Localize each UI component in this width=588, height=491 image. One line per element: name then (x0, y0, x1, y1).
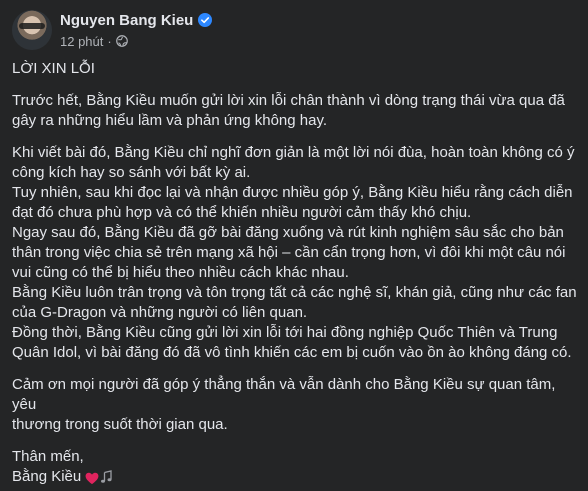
post-line: Trước hết, Bằng Kiều muốn gửi lời xin lỗ… (12, 92, 565, 109)
post-header: Nguyen Bang Kieu 12 phút · (12, 10, 213, 50)
avatar[interactable] (12, 10, 52, 50)
author-name[interactable]: Nguyen Bang Kieu (60, 12, 193, 29)
post-line: đạt đó chưa phù hợp và có thể khiến nhiề… (12, 204, 472, 221)
verified-badge-icon (198, 13, 213, 27)
post-line: Đồng thời, Bằng Kiều cũng gửi lời xin lỗ… (12, 324, 558, 341)
post-title: LỜI XIN LỖI (12, 60, 95, 77)
post-line: công kích hay so sánh với bất kỳ ai. (12, 164, 251, 181)
post-line: vui cũng có thể bị hiểu theo nhiều cách … (12, 264, 349, 281)
post-body: LỜI XIN LỖI Trước hết, Bằng Kiều muốn gử… (12, 59, 578, 487)
post-meta-row: 12 phút · (60, 32, 212, 50)
heart-icon (85, 471, 99, 484)
globe-icon[interactable] (115, 35, 128, 47)
meta-separator: · (107, 33, 112, 49)
post-line: của G-Dragon và những người có liên quan… (12, 304, 308, 321)
music-note-icon (100, 470, 112, 484)
post-line: Quân Idol, vì bài đăng đó đã vô tình khi… (12, 344, 572, 361)
post-line: gây ra những hiểu lầm và phản ứng không … (12, 112, 328, 129)
author-meta: Nguyen Bang Kieu 12 phút · (60, 10, 213, 50)
post-line: Tuy nhiên, sau khi đọc lại và nhận được … (12, 184, 573, 201)
post-line: Khi viết bài đó, Bằng Kiều chỉ nghĩ đơn … (12, 144, 575, 161)
post-line: Cảm ơn mọi người đã góp ý thẳng thắn và … (12, 376, 556, 413)
post-line: Bằng Kiều luôn trân trọng và tôn trọng t… (12, 284, 577, 301)
post-signature: Bằng Kiều (12, 468, 82, 485)
post-signature-row: Bằng Kiều (12, 467, 578, 487)
facebook-post: Nguyen Bang Kieu 12 phút · LỜI XIN LỖI T… (0, 0, 588, 485)
author-name-row: Nguyen Bang Kieu (60, 10, 213, 30)
post-line: Ngay sau đó, Bằng Kiều đã gỡ bài đăng xu… (12, 224, 564, 241)
post-line: thân trong việc chia sẻ trên mạng xã hội… (12, 244, 566, 261)
post-timestamp[interactable]: 12 phút (60, 34, 103, 49)
post-closing: Thân mến, (12, 448, 84, 465)
post-line: thương trong suốt thời gian qua. (12, 416, 228, 433)
